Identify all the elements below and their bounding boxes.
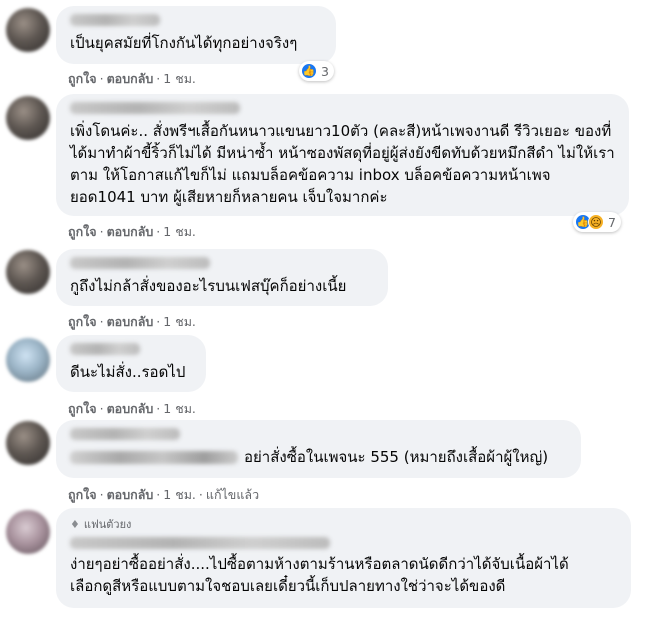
avatar[interactable] (6, 510, 50, 554)
comment-actions: ถูกใจ · ตอบกลับ · 1 ชม. (68, 222, 196, 242)
comment-text: ดีนะไม่สั่ง..รอดไป (70, 363, 186, 381)
sad-icon: ☹ (588, 214, 604, 230)
comment-actions: ถูกใจ · ตอบกลับ · 1 ชม. (68, 312, 196, 332)
reply-button[interactable]: ตอบกลับ (107, 312, 154, 332)
comment-bubble: เป็นยุคสมัยที่โกงกันได้ทุกอย่างจริงๆ (56, 6, 336, 64)
author-name-redacted[interactable] (70, 102, 240, 114)
comment-text: เป็นยุคสมัยที่โกงกันได้ทุกอย่างจริงๆ (70, 34, 298, 52)
avatar[interactable] (6, 250, 50, 294)
reply-button[interactable]: ตอบกลับ (107, 399, 154, 419)
author-name-redacted[interactable] (70, 537, 330, 549)
badge-label: แฟนตัวยง (83, 518, 132, 531)
reaction-summary[interactable]: 👍 ☹ 7 (573, 212, 621, 232)
reaction-count: 3 (321, 63, 329, 79)
author-name-redacted[interactable] (70, 257, 210, 269)
comment-text: กูถึงไม่กล้าสั่งของอะไรบนเฟสบุ๊คก็อย่างเ… (70, 277, 347, 295)
comment-actions: ถูกใจ · ตอบกลับ · 1 ชม. (68, 399, 196, 419)
author-name-redacted[interactable] (70, 428, 180, 440)
comment-bubble: กูถึงไม่กล้าสั่งของอะไรบนเฟสบุ๊คก็อย่างเ… (56, 249, 388, 306)
author-name-redacted[interactable] (70, 343, 140, 355)
like-button[interactable]: ถูกใจ (68, 312, 97, 332)
timestamp[interactable]: 1 ชม. (163, 399, 196, 419)
comment-bubble: ♦ แฟนตัวยง ง่ายๆอย่าซื้ออย่าสั่ง....ไปซื… (56, 508, 631, 608)
reply-button[interactable]: ตอบกลับ (107, 69, 154, 89)
timestamp[interactable]: 1 ชม. (163, 69, 196, 89)
comment-text-line-2: เลือกดูสีหรือแบบตามใจชอบเลยเดี๋ยวนี้เก็บ… (70, 577, 506, 595)
comment-bubble: เพิ่งโดนค่ะ.. สั่งพรีฯเสื้อกันหนาวแขนยาว… (56, 94, 629, 216)
avatar[interactable] (6, 8, 50, 52)
avatar[interactable] (6, 421, 50, 465)
reaction-count: 7 (608, 214, 616, 230)
timestamp[interactable]: 1 ชม. (163, 312, 196, 332)
author-name-redacted[interactable] (70, 14, 160, 26)
like-button[interactable]: ถูกใจ (68, 485, 97, 505)
comment-actions: ถูกใจ · ตอบกลับ · 1 ชม. · แก้ไขแล้ว (68, 485, 259, 505)
avatar[interactable] (6, 96, 50, 140)
comment-text-line-1: ง่ายๆอย่าซื้ออย่าสั่ง....ไปซื้อตามห้างตา… (70, 555, 569, 573)
timestamp[interactable]: 1 ชม. (163, 485, 196, 505)
comment-bubble: ดีนะไม่สั่ง..รอดไป (56, 335, 206, 392)
comment-bubble: อย่าสั่งซื้อในเพจนะ 555 (หมายถึงเสื้อผ้า… (56, 420, 581, 478)
like-icon: 👍 (301, 63, 317, 79)
edited-label[interactable]: แก้ไขแล้ว (206, 485, 259, 505)
comment-actions: ถูกใจ · ตอบกลับ · 1 ชม. (68, 69, 196, 89)
like-button[interactable]: ถูกใจ (68, 69, 97, 89)
reaction-summary[interactable]: 👍 3 (299, 61, 334, 81)
mention-redacted[interactable] (70, 451, 238, 464)
top-fan-badge: ♦ แฟนตัวยง (70, 515, 617, 533)
diamond-icon: ♦ (70, 517, 80, 531)
like-button[interactable]: ถูกใจ (68, 399, 97, 419)
like-button[interactable]: ถูกใจ (68, 222, 97, 242)
reply-button[interactable]: ตอบกลับ (107, 485, 154, 505)
reply-button[interactable]: ตอบกลับ (107, 222, 154, 242)
timestamp[interactable]: 1 ชม. (163, 222, 196, 242)
avatar[interactable] (6, 338, 50, 382)
comment-text-row: อย่าสั่งซื้อในเพจนะ 555 (หมายถึงเสื้อผ้า… (70, 446, 567, 468)
comment-text: อย่าสั่งซื้อในเพจนะ 555 (หมายถึงเสื้อผ้า… (244, 448, 549, 466)
comment-text: เพิ่งโดนค่ะ.. สั่งพรีฯเสื้อกันหนาวแขนยาว… (70, 122, 615, 206)
